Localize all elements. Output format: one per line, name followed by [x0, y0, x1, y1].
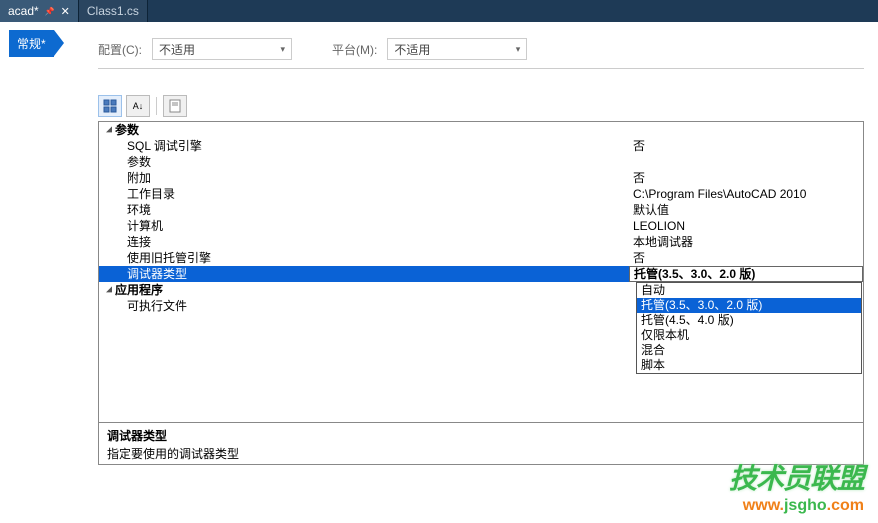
debugger-type-dropdown[interactable]: 自动托管(3.5、3.0、2.0 版)托管(4.5、4.0 版)仅限本机混合脚本: [636, 282, 862, 374]
property-row[interactable]: 计算机LEOLION: [99, 218, 863, 234]
close-icon[interactable]: ✕: [61, 5, 70, 18]
sort-icon: A↓: [133, 101, 144, 111]
collapse-icon[interactable]: ◢: [103, 122, 115, 138]
property-value[interactable]: 否: [629, 250, 863, 266]
watermark-line1: 技术员联盟: [729, 457, 864, 497]
property-row[interactable]: 参数: [99, 154, 863, 170]
property-grid: ◢ 参数SQL 调试引擎否参数附加否工作目录C:\Program Files\A…: [98, 121, 864, 465]
sort-az-button[interactable]: A↓: [126, 95, 150, 117]
property-row[interactable]: 使用旧托管引擎否: [99, 250, 863, 266]
property-row[interactable]: 调试器类型托管(3.5、3.0、2.0 版): [99, 266, 863, 282]
property-row[interactable]: 附加否: [99, 170, 863, 186]
tab-class1[interactable]: Class1.cs: [79, 0, 148, 22]
categorize-icon: [103, 99, 117, 113]
property-row[interactable]: 连接本地调试器: [99, 234, 863, 250]
platform-label: 平台(M):: [332, 41, 377, 58]
property-value[interactable]: 否: [629, 170, 863, 186]
separator: [156, 97, 157, 115]
property-value[interactable]: 本地调试器: [629, 234, 863, 250]
property-label: SQL 调试引擎: [99, 138, 629, 154]
property-label: 调试器类型: [99, 266, 629, 282]
chevron-down-icon: ▾: [516, 44, 521, 55]
dropdown-option[interactable]: 托管(3.5、3.0、2.0 版): [637, 298, 861, 313]
property-label: 可执行文件: [99, 298, 629, 314]
config-dropdown[interactable]: 不适用 ▾: [152, 38, 292, 60]
watermark: 技术员联盟 www.jsgho.com: [729, 457, 864, 515]
collapse-icon[interactable]: ◢: [103, 282, 115, 298]
property-label: 使用旧托管引擎: [99, 250, 629, 266]
property-value[interactable]: LEOLION: [629, 218, 863, 234]
tab-label: acad*: [8, 4, 39, 18]
title-bar: acad* 📌 ✕ Class1.cs: [0, 0, 878, 22]
property-label: 环境: [99, 202, 629, 218]
dropdown-option[interactable]: 自动: [637, 283, 861, 298]
category-row[interactable]: ◢ 参数: [99, 122, 863, 138]
category-label: 参数: [115, 122, 139, 138]
property-value[interactable]: C:\Program Files\AutoCAD 2010: [629, 186, 863, 202]
property-value[interactable]: [629, 154, 863, 170]
property-label: 计算机: [99, 218, 629, 234]
property-value[interactable]: 托管(3.5、3.0、2.0 版): [629, 266, 863, 282]
property-row[interactable]: 工作目录C:\Program Files\AutoCAD 2010: [99, 186, 863, 202]
tab-acad[interactable]: acad* 📌 ✕: [0, 0, 79, 22]
platform-value: 不适用: [394, 41, 430, 58]
property-label: 参数: [99, 154, 629, 170]
sidebar-tab-general[interactable]: 常规*: [9, 30, 54, 57]
pin-icon[interactable]: 📌: [45, 7, 55, 16]
property-label: 连接: [99, 234, 629, 250]
property-row[interactable]: SQL 调试引擎否: [99, 138, 863, 154]
property-toolbar: A↓: [98, 93, 864, 119]
dropdown-option[interactable]: 仅限本机: [637, 328, 861, 343]
property-value[interactable]: 默认值: [629, 202, 863, 218]
watermark-line2: www.jsgho.com: [729, 497, 864, 515]
dropdown-option[interactable]: 脚本: [637, 358, 861, 373]
config-label: 配置(C):: [98, 41, 142, 58]
property-label: 附加: [99, 170, 629, 186]
dropdown-option[interactable]: 托管(4.5、4.0 版): [637, 313, 861, 328]
property-page-button[interactable]: [163, 95, 187, 117]
sidebar-tab-label: 常规*: [17, 35, 46, 52]
tab-label: Class1.cs: [87, 4, 139, 18]
page-icon: [168, 99, 182, 113]
description-title: 调试器类型: [107, 427, 855, 444]
property-row[interactable]: 环境默认值: [99, 202, 863, 218]
categorize-button[interactable]: [98, 95, 122, 117]
category-label: 应用程序: [115, 282, 163, 298]
config-row: 配置(C): 不适用 ▾ 平台(M): 不适用 ▾: [98, 30, 864, 69]
property-label: 工作目录: [99, 186, 629, 202]
property-value[interactable]: 否: [629, 138, 863, 154]
platform-dropdown[interactable]: 不适用 ▾: [387, 38, 527, 60]
dropdown-option[interactable]: 混合: [637, 343, 861, 358]
chevron-down-icon: ▾: [280, 44, 285, 55]
config-value: 不适用: [159, 41, 195, 58]
